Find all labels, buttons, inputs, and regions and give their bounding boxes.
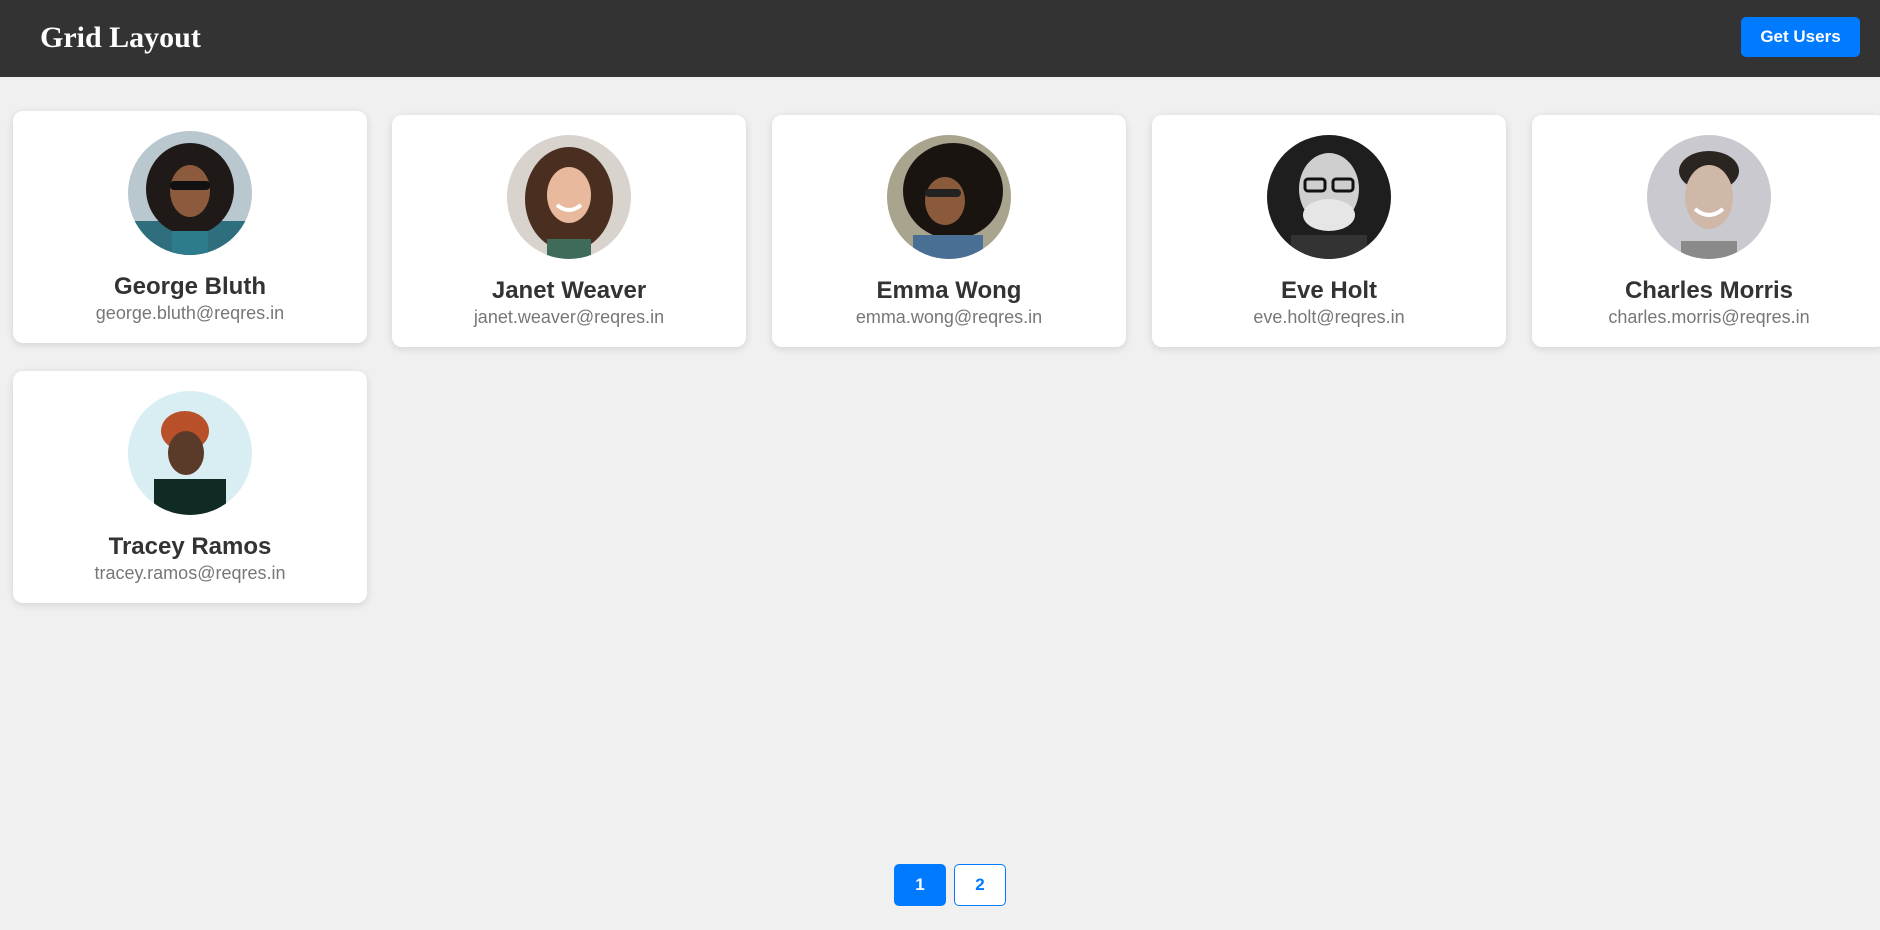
avatar: [128, 131, 252, 255]
page-2-button[interactable]: 2: [954, 864, 1006, 906]
navbar: Grid Layout Get Users: [0, 0, 1880, 77]
get-users-button[interactable]: Get Users: [1741, 17, 1860, 57]
user-email: emma.wong@reqres.in: [855, 307, 1043, 327]
user-card: George Bluth george.bluth@reqres.in: [13, 111, 367, 343]
avatar: [128, 391, 252, 515]
user-email: george.bluth@reqres.in: [95, 303, 285, 323]
user-email: tracey.ramos@reqres.in: [94, 563, 286, 583]
user-name: Charles Morris: [1624, 277, 1794, 304]
user-name: Janet Weaver: [491, 277, 647, 304]
user-card: Eve Holt eve.holt@reqres.in: [1152, 115, 1506, 347]
user-email: janet.weaver@reqres.in: [473, 307, 665, 327]
user-card: Janet Weaver janet.weaver@reqres.in: [392, 115, 746, 347]
user-name: George Bluth: [113, 273, 266, 300]
user-name: Tracey Ramos: [108, 533, 272, 560]
page-title: Grid Layout: [40, 21, 201, 54]
user-email: eve.holt@reqres.in: [1253, 307, 1405, 327]
avatar: [887, 135, 1011, 259]
user-card: Emma Wong emma.wong@reqres.in: [772, 115, 1126, 347]
avatar: [1647, 135, 1771, 259]
avatar: [1267, 135, 1391, 259]
user-name: Eve Holt: [1280, 277, 1378, 304]
user-card: Charles Morris charles.morris@reqres.in: [1532, 115, 1880, 347]
page-1-button[interactable]: 1: [894, 864, 946, 906]
user-card: Tracey Ramos tracey.ramos@reqres.in: [13, 371, 367, 603]
user-email: charles.morris@reqres.in: [1608, 307, 1810, 327]
user-name: Emma Wong: [876, 277, 1022, 304]
avatar: [507, 135, 631, 259]
